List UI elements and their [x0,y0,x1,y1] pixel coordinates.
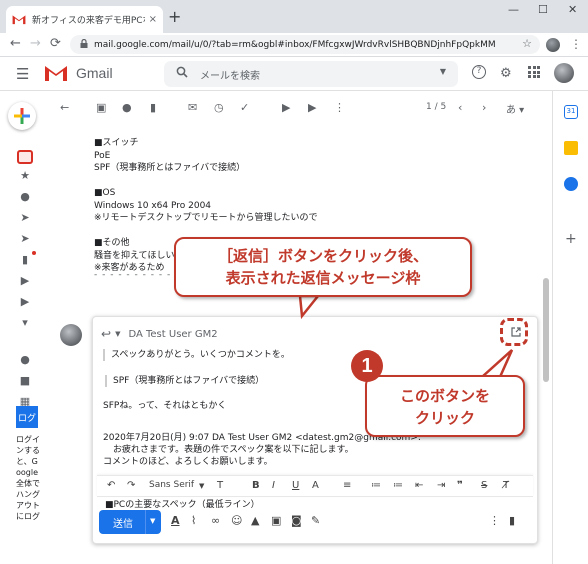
step-number-badge: 1 [351,350,383,382]
callout-line: ［返信］ボタンをクリック後、 [217,247,428,265]
callout-line: 表示された返信メッセージ枠 [225,269,421,287]
callout-click-button: このボタンを クリック [365,375,525,437]
callout-reply-frame: ［返信］ボタンをクリック後、 表示された返信メッセージ枠 [174,237,472,297]
callout-line: クリック [414,409,475,427]
popout-highlight [500,318,528,346]
callout-line: このボタンを [399,387,490,405]
